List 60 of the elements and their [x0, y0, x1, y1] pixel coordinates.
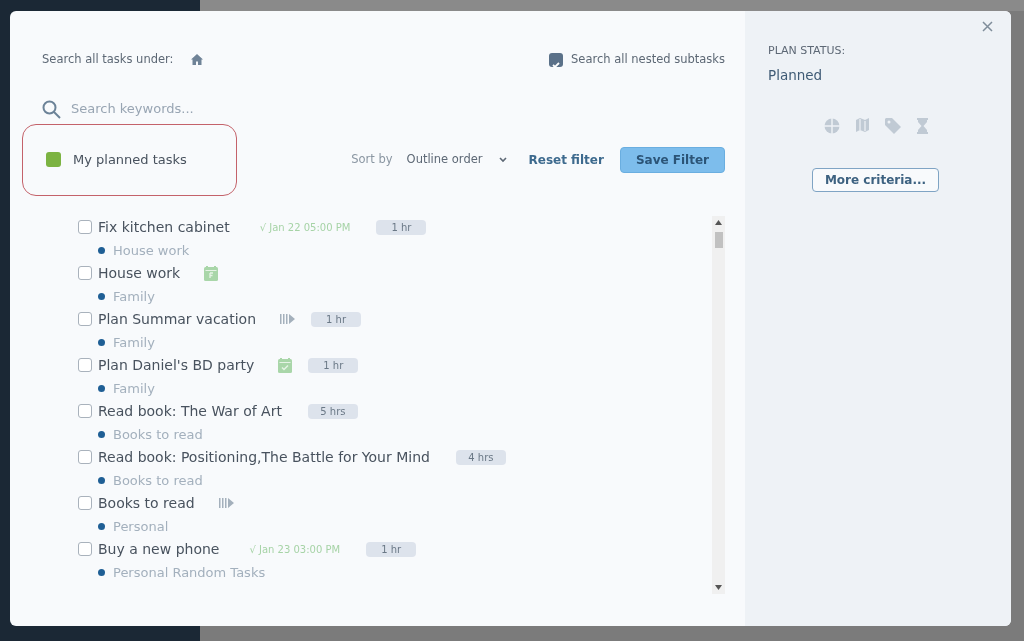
- task-name[interactable]: Books to read: [98, 492, 195, 514]
- duration-tag: 4 hrs: [455, 449, 506, 465]
- plan-status-label: PLAN STATUS:: [768, 43, 847, 59]
- calendar-check-icon: [278, 357, 293, 373]
- project-dot: [98, 338, 105, 346]
- task-name[interactable]: Plan Daniel's BD party: [98, 354, 255, 376]
- duration-tag: 1 hr: [311, 311, 361, 327]
- scrollbar[interactable]: [712, 215, 725, 594]
- saved-filter-item[interactable]: My planned tasks: [22, 123, 237, 196]
- due-date: √ Jan 22 05:00 PM: [259, 220, 351, 235]
- plan-status-value[interactable]: Planned: [768, 64, 991, 85]
- duration-tag: 5 hrs: [307, 403, 358, 419]
- reset-filter-link[interactable]: Reset filter: [528, 150, 604, 169]
- duration-tag: 1 hr: [376, 219, 427, 235]
- checkbox-label: Search all nested subtasks: [571, 51, 725, 68]
- close-icon[interactable]: [982, 21, 993, 32]
- checkbox[interactable]: [78, 404, 92, 419]
- checkbox[interactable]: [78, 496, 92, 511]
- search-scope-label: Search all tasks under:: [42, 51, 174, 68]
- project-dot: [98, 292, 105, 300]
- progress-icon: [280, 314, 295, 325]
- search-field[interactable]: Search keywords...: [69, 98, 369, 120]
- project-dot: [98, 476, 105, 484]
- project-dot: [98, 568, 105, 576]
- task-name[interactable]: Fix kitchen cabinet: [98, 216, 230, 238]
- tag-icon[interactable]: [884, 117, 901, 134]
- duration-tag: 1 hr: [308, 357, 359, 373]
- map-icon[interactable]: [855, 117, 869, 132]
- checkbox[interactable]: [78, 220, 92, 235]
- sort-dropdown[interactable]: Outline order: [400, 150, 513, 170]
- task-name[interactable]: Plan Summar vacation: [98, 308, 256, 330]
- progress-icon: [218, 498, 234, 509]
- search-icon: [42, 99, 61, 119]
- checkbox[interactable]: [549, 52, 564, 67]
- duration-tag: 1 hr: [366, 541, 417, 557]
- checkbox[interactable]: [78, 542, 92, 557]
- checkbox[interactable]: [78, 312, 92, 327]
- project-dot: [98, 522, 105, 530]
- due-date: √ Jan 23 03:00 PM: [249, 542, 341, 557]
- task-name[interactable]: House work: [98, 262, 181, 284]
- task-name[interactable]: Read book: Positioning,The Battle for Your Mind: [98, 446, 430, 468]
- caret-icon: [498, 156, 507, 163]
- sort-label: Sort by: [351, 151, 393, 169]
- scroll-up-icon[interactable]: [715, 219, 722, 225]
- task-name[interactable]: Buy a new phone: [98, 538, 220, 560]
- save-filter-button[interactable]: Save Filter: [619, 146, 725, 173]
- project-dot: [98, 384, 105, 392]
- checkbox[interactable]: [78, 266, 92, 281]
- project-dot: [98, 246, 105, 254]
- checkbox[interactable]: [78, 450, 92, 465]
- task-name[interactable]: Read book: The War of Art: [98, 400, 282, 422]
- hourglass-icon[interactable]: [916, 117, 928, 134]
- checkbox[interactable]: [78, 358, 92, 373]
- more-criteria-button[interactable]: More criteria...: [811, 167, 940, 192]
- home-icon[interactable]: [191, 54, 204, 66]
- calendar-icon: [204, 265, 219, 281]
- pie-chart-icon[interactable]: [823, 117, 840, 134]
- project-dot: [98, 430, 105, 438]
- scroll-thumb[interactable]: [715, 231, 723, 248]
- scroll-down-icon[interactable]: [715, 584, 722, 590]
